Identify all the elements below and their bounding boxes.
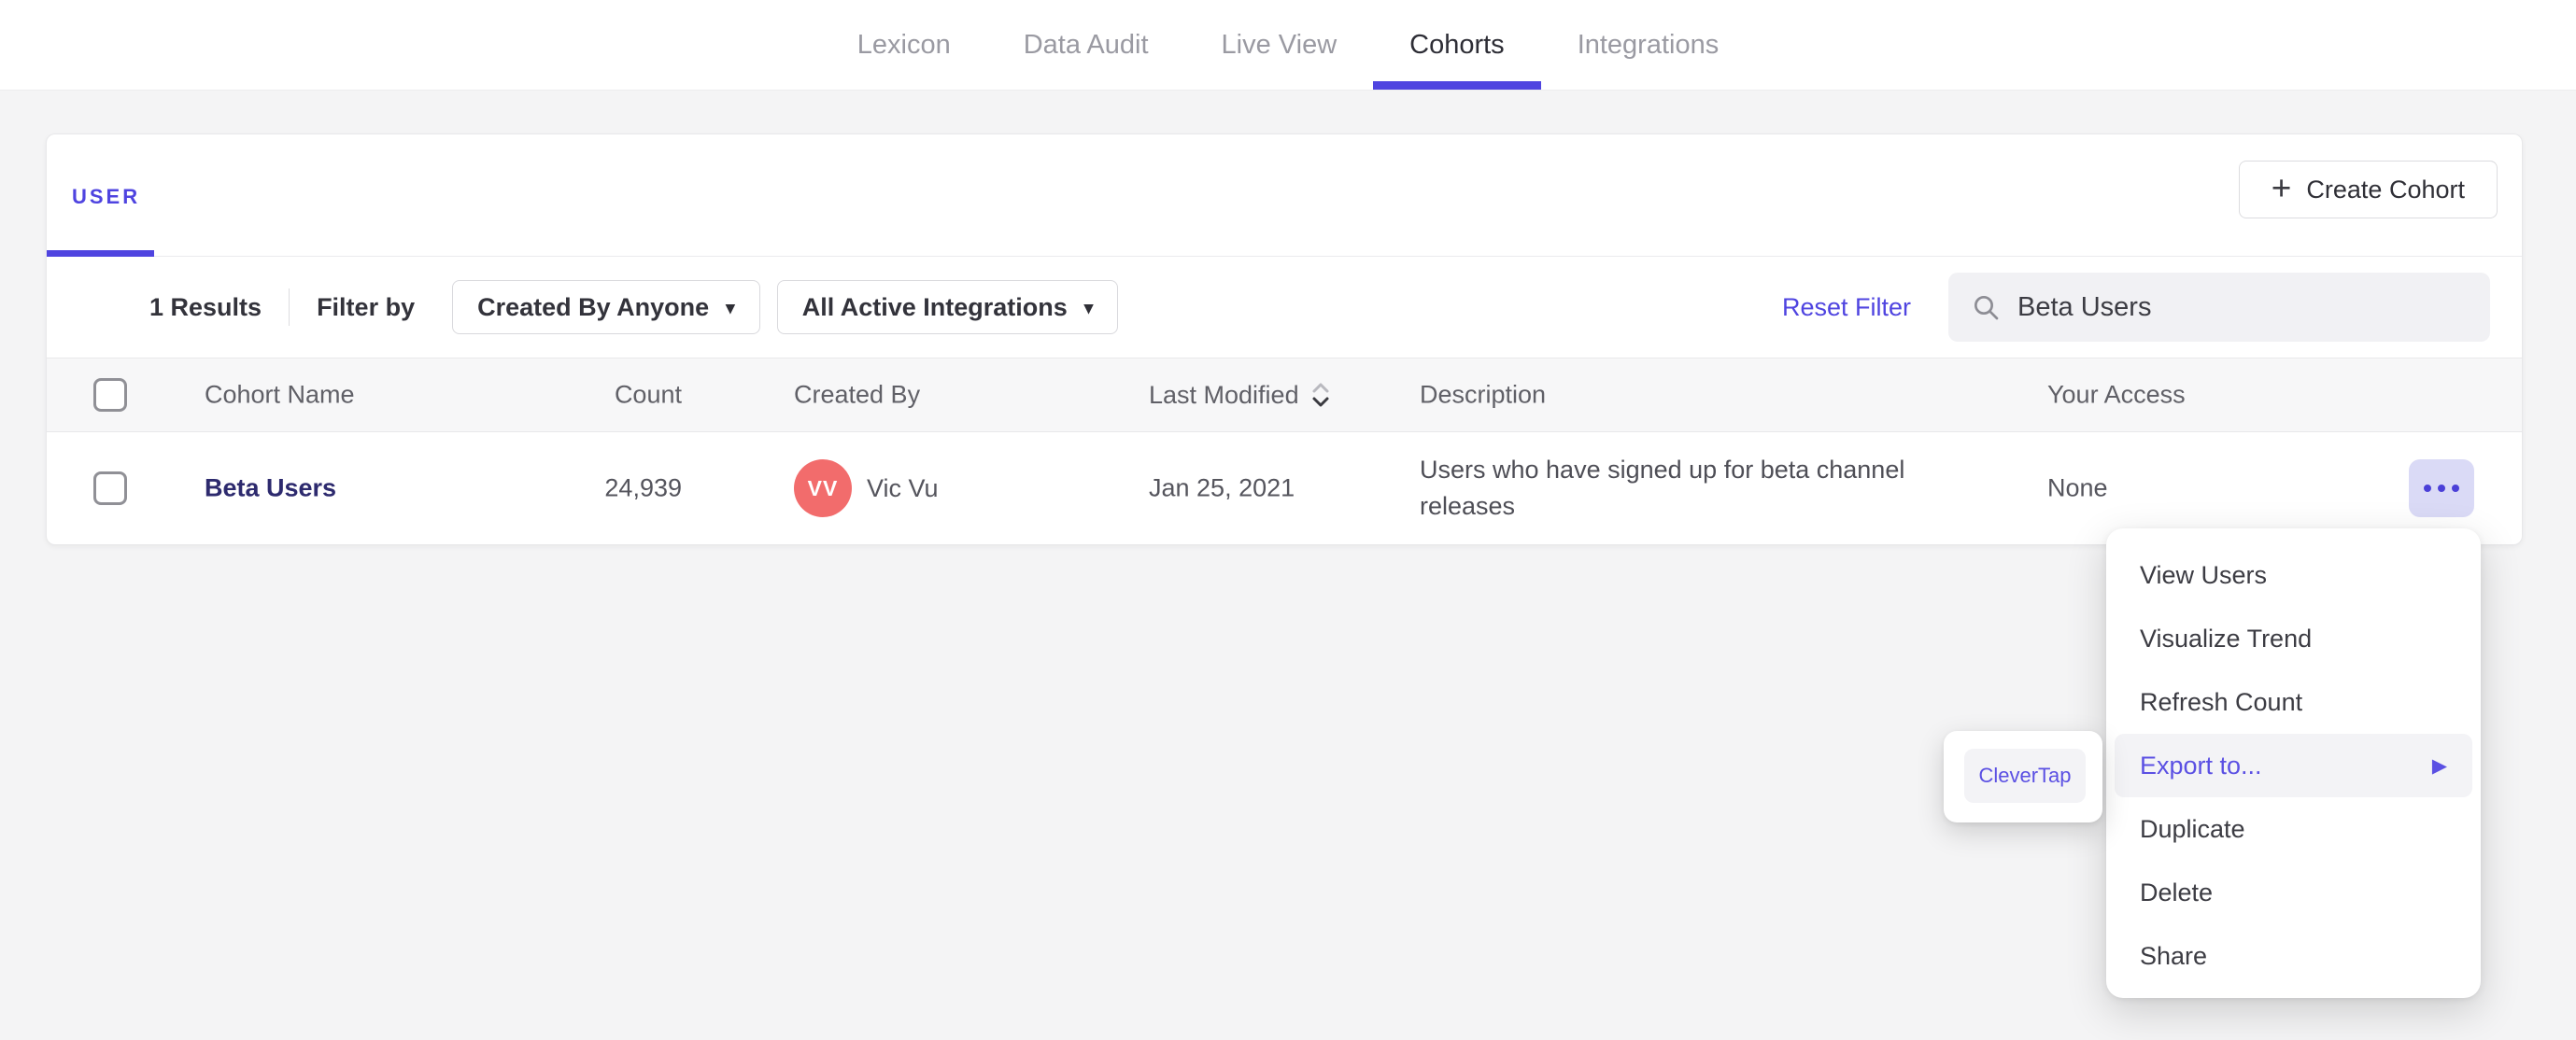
- tab-label: Cohorts: [1409, 29, 1505, 60]
- create-cohort-label: Create Cohort: [2306, 175, 2465, 204]
- header-description: Description: [1420, 380, 1547, 409]
- integrations-dropdown[interactable]: All Active Integrations ▾: [776, 280, 1119, 334]
- search-box[interactable]: [1948, 273, 2490, 342]
- tab-cohorts[interactable]: Cohorts: [1373, 0, 1541, 90]
- menu-item-refresh-count[interactable]: Refresh Count: [2106, 670, 2481, 734]
- reset-filter-link[interactable]: Reset Filter: [1782, 293, 1911, 322]
- header-last-modified-label: Last Modified: [1149, 380, 1299, 409]
- tab-data-audit[interactable]: Data Audit: [987, 0, 1185, 90]
- header-count: Count: [614, 380, 682, 409]
- creator-name: Vic Vu: [867, 473, 939, 502]
- top-navigation: Lexicon Data Audit Live View Cohorts Int…: [0, 0, 2576, 91]
- filter-bar: 1 Results Filter by Created By Anyone ▾ …: [47, 257, 2522, 358]
- search-input[interactable]: [2017, 291, 2468, 323]
- chevron-down-icon: ▾: [1083, 299, 1094, 318]
- menu-item-visualize-trend[interactable]: Visualize Trend: [2106, 607, 2481, 670]
- active-tab-underline: [47, 250, 154, 257]
- tab-live-view[interactable]: Live View: [1185, 0, 1374, 90]
- tab-label: Integrations: [1577, 29, 1720, 60]
- header-cohort-name: Cohort Name: [205, 380, 355, 409]
- row-actions-button[interactable]: [2409, 459, 2474, 517]
- cohort-count: 24,939: [604, 473, 682, 502]
- created-by-dropdown[interactable]: Created By Anyone ▾: [452, 280, 760, 334]
- tab-integrations[interactable]: Integrations: [1541, 0, 1756, 90]
- divider: [289, 288, 290, 326]
- your-access-value: None: [2047, 473, 2108, 502]
- cohort-description: Users who have signed up for beta channe…: [1420, 456, 1905, 520]
- tab-user-cohorts[interactable]: USER: [72, 185, 140, 209]
- header-created-by: Created By: [794, 380, 921, 409]
- submenu-arrow-icon: ▶: [2431, 754, 2447, 777]
- row-checkbox[interactable]: [93, 471, 127, 505]
- avatar: VV: [794, 459, 852, 517]
- tab-label: Data Audit: [1023, 29, 1149, 60]
- row-context-menu: View Users Visualize Trend Refresh Count…: [2106, 528, 2481, 998]
- created-by-dropdown-value: Created By Anyone: [477, 292, 710, 321]
- header-your-access: Your Access: [2047, 380, 2186, 409]
- ellipsis-icon: [2424, 485, 2431, 492]
- table-row: Beta Users 24,939 VV Vic Vu Jan 25, 2021…: [47, 432, 2522, 544]
- tab-label: Lexicon: [856, 29, 951, 60]
- create-cohort-button[interactable]: + Create Cohort: [2238, 161, 2498, 218]
- creator-cell: VV Vic Vu: [794, 459, 939, 517]
- menu-item-delete[interactable]: Delete: [2106, 861, 2481, 924]
- export-submenu: CleverTap: [1944, 731, 2102, 822]
- ellipsis-icon: [2452, 485, 2459, 492]
- tab-lexicon[interactable]: Lexicon: [821, 0, 987, 90]
- select-all-checkbox[interactable]: [93, 378, 127, 412]
- menu-item-view-users[interactable]: View Users: [2106, 543, 2481, 607]
- header-last-modified[interactable]: Last Modified: [1149, 380, 1331, 410]
- ellipsis-icon: [2438, 485, 2445, 492]
- tab-label: Live View: [1221, 29, 1338, 60]
- cohorts-panel: USER + Create Cohort 1 Results Filter by…: [46, 134, 2523, 545]
- cohort-name-link[interactable]: Beta Users: [205, 474, 336, 502]
- plus-icon: +: [2271, 168, 2292, 207]
- cohort-type-strip: USER + Create Cohort: [47, 134, 2522, 257]
- search-icon: [1974, 296, 1999, 320]
- last-modified-value: Jan 25, 2021: [1149, 473, 1295, 502]
- menu-item-duplicate[interactable]: Duplicate: [2106, 797, 2481, 861]
- filter-by-label: Filter by: [317, 292, 416, 321]
- integrations-dropdown-value: All Active Integrations: [801, 292, 1068, 321]
- menu-item-export-to[interactable]: Export to... ▶: [2115, 734, 2472, 797]
- menu-item-export-label: Export to...: [2140, 751, 2262, 780]
- chevron-down-icon: ▾: [726, 299, 735, 318]
- menu-item-share[interactable]: Share: [2106, 924, 2481, 988]
- submenu-item-clevertap[interactable]: CleverTap: [1964, 749, 2086, 803]
- sort-icon[interactable]: [1310, 380, 1331, 410]
- results-count: 1 Results: [149, 292, 262, 321]
- table-header-row: Cohort Name Count Created By Last Modifi…: [47, 358, 2522, 432]
